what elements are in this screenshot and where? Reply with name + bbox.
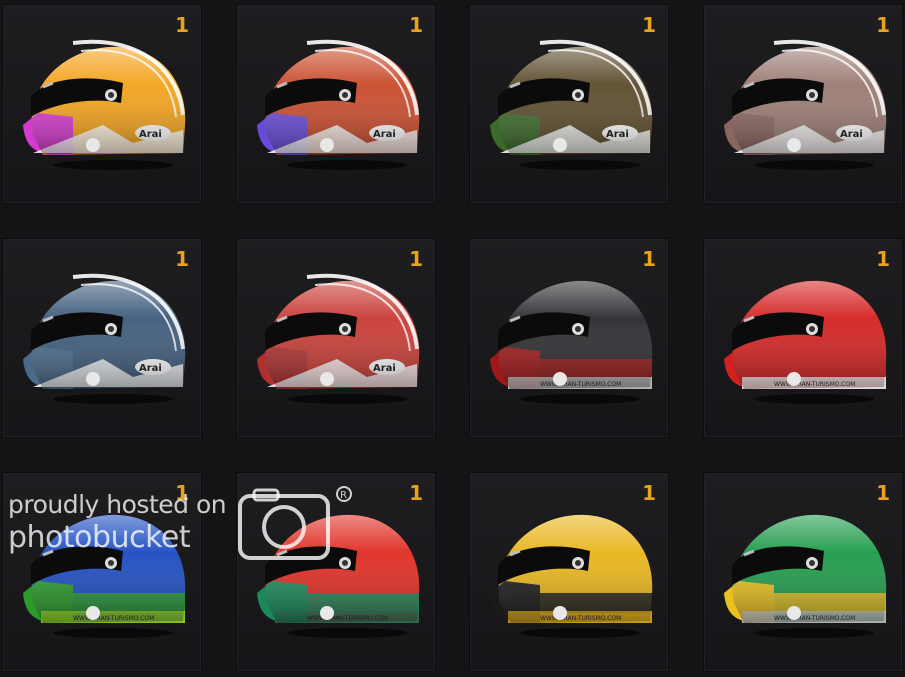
owned-count: 1 (409, 13, 423, 37)
helmet-tile[interactable]: WWW.GRAN-TURISMO.COM 1 (2, 472, 202, 672)
helmet-tile[interactable]: WWW.GRAN-TURISMO.COM 1 (703, 472, 903, 672)
helmet-image: Arai (490, 39, 653, 170)
owned-count: 1 (409, 481, 423, 505)
owned-count: 1 (175, 247, 189, 271)
owned-count: 1 (409, 247, 423, 271)
helmet-tile[interactable]: WWW.GRAN-TURISMO.COM 1 (469, 238, 669, 438)
helmet-image: Arai (23, 39, 186, 170)
helmet-image: Arai (23, 273, 186, 404)
owned-count: 1 (876, 13, 890, 37)
helmet-image: WWW.GRAN-TURISMO.COM (724, 280, 887, 404)
helmet-tile[interactable]: WWW.GRAN-TURISMO.COM 1 (703, 238, 903, 438)
helmet-tile[interactable]: Arai 1 (236, 4, 436, 204)
helmet-tile[interactable]: WWW.GRAN-TURISMO.COM 1 (469, 472, 669, 672)
helmet-tile[interactable]: Arai 1 (236, 238, 436, 438)
owned-count: 1 (642, 247, 656, 271)
helmet-image: Arai (257, 39, 420, 170)
helmet-image: WWW.GRAN-TURISMO.COM (490, 514, 653, 638)
owned-count: 1 (642, 481, 656, 505)
helmet-tile[interactable]: Arai 1 (2, 4, 202, 204)
helmet-grid: Arai 1 Arai 1 (0, 0, 905, 677)
helmet-tile[interactable]: WWW.GRAN-TURISMO.COM 1 (236, 472, 436, 672)
owned-count: 1 (876, 247, 890, 271)
helmet-tile[interactable]: Arai 1 (2, 238, 202, 438)
owned-count: 1 (175, 13, 189, 37)
helmet-image: WWW.GRAN-TURISMO.COM (724, 514, 887, 638)
helmet-image: Arai (724, 39, 887, 170)
helmet-tile[interactable]: Arai 1 (703, 4, 903, 204)
owned-count: 1 (876, 481, 890, 505)
helmet-image: WWW.GRAN-TURISMO.COM (490, 280, 653, 404)
helmet-image: WWW.GRAN-TURISMO.COM (257, 514, 420, 638)
owned-count: 1 (175, 481, 189, 505)
helmet-image: WWW.GRAN-TURISMO.COM (23, 514, 186, 638)
owned-count: 1 (642, 13, 656, 37)
helmet-image: Arai (257, 273, 420, 404)
helmet-tile[interactable]: Arai 1 (469, 4, 669, 204)
